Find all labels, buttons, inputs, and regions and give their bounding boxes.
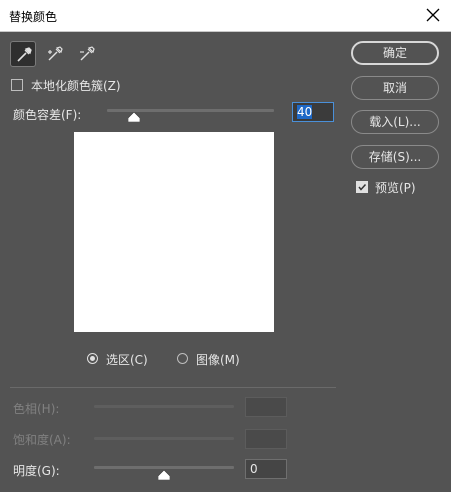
save-button[interactable]: 存储(S)... [351, 145, 439, 169]
fuzziness-label: 颜色容差(F): [13, 108, 82, 122]
lightness-slider-track[interactable] [94, 466, 234, 469]
saturation-label: 饱和度(A): [13, 433, 71, 447]
lightness-label: 明度(G): [13, 464, 60, 478]
hue-slider-track [94, 405, 234, 408]
lightness-value: 0 [250, 462, 258, 476]
preview-checkbox[interactable] [356, 181, 368, 193]
eyedropper-plus-tool[interactable] [42, 41, 68, 67]
fuzziness-slider-thumb[interactable] [127, 112, 140, 122]
saturation-slider-track [94, 437, 234, 440]
lightness-slider-thumb[interactable] [158, 470, 170, 480]
eyedropper-minus-icon [80, 46, 95, 61]
hue-input [245, 397, 287, 417]
eyedropper-tool[interactable] [10, 41, 36, 67]
cancel-button[interactable]: 取消 [351, 76, 439, 100]
eyedropper-minus-tool[interactable] [74, 41, 100, 67]
ok-button[interactable]: 确定 [351, 41, 439, 65]
divider [10, 387, 336, 388]
eyedropper-plus-icon [48, 46, 63, 61]
image-radio[interactable] [177, 353, 188, 364]
localized-clusters-label: 本地化颜色簇(Z) [31, 79, 121, 93]
load-button[interactable]: 载入(L)... [351, 110, 439, 134]
fuzziness-value: 40 [297, 105, 313, 119]
replace-color-dialog: 本地化颜色簇(Z) 颜色容差(F): 40 选区(C) 图像(M) 色相(H):… [0, 32, 451, 492]
image-radio-label: 图像(M) [196, 353, 240, 367]
fuzziness-input[interactable]: 40 [292, 102, 334, 122]
title-bar: 替换颜色 [0, 0, 451, 32]
eyedropper-icon [17, 47, 32, 62]
saturation-input [245, 429, 287, 449]
close-icon [426, 8, 440, 22]
lightness-input[interactable]: 0 [245, 459, 287, 479]
selection-radio-label: 选区(C) [106, 353, 148, 367]
checkmark-icon [358, 183, 367, 191]
selection-preview [74, 132, 274, 332]
hue-label: 色相(H): [13, 402, 60, 416]
selection-radio[interactable] [87, 353, 98, 364]
preview-label: 预览(P) [375, 181, 416, 195]
dialog-title: 替换颜色 [9, 10, 58, 24]
close-button[interactable] [421, 3, 445, 27]
localized-clusters-checkbox[interactable] [11, 79, 23, 91]
